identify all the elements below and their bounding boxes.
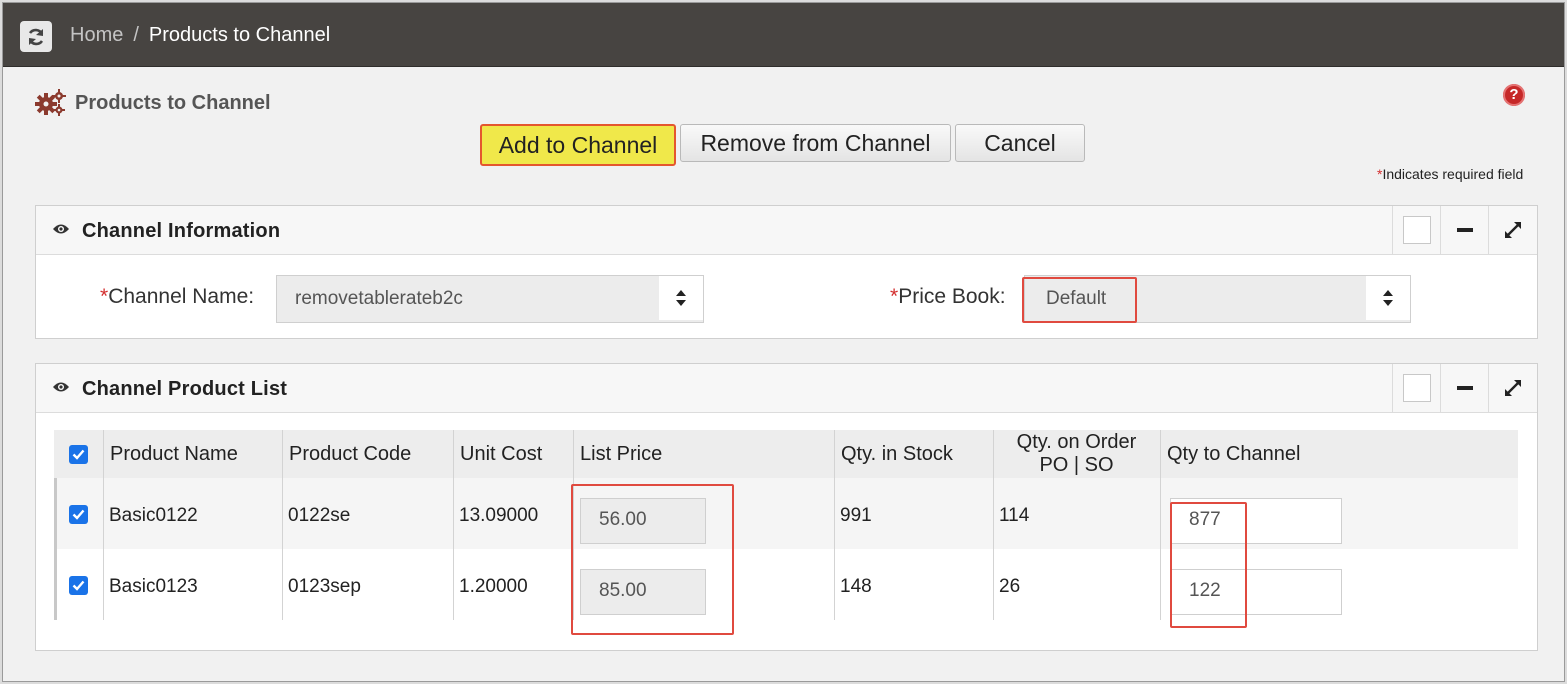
panel-collapse-button[interactable] (1440, 364, 1489, 412)
column-header-qty-on-order[interactable]: Qty. on Order PO | SO (993, 431, 1160, 477)
eye-icon[interactable] (52, 222, 70, 236)
top-bar: Home / Products to Channel (3, 3, 1564, 67)
gears-icon (35, 89, 66, 116)
qty-on-order-cell: 114 (999, 505, 1030, 526)
breadcrumb: Home / Products to Channel (70, 24, 330, 47)
column-header-qty-to-channel[interactable]: Qty to Channel (1167, 443, 1300, 466)
product-name-cell: Basic0123 (109, 576, 198, 597)
required-star: * (100, 285, 109, 308)
unit-cost-cell: 13.09000 (459, 505, 539, 526)
refresh-icon (28, 28, 44, 45)
select-all-checkbox[interactable] (69, 445, 88, 464)
panel-select-toggle[interactable] (1392, 206, 1441, 254)
list-price-input[interactable]: 56.00 (580, 498, 706, 544)
unit-cost-cell: 1.20000 (459, 576, 528, 597)
panel-title: Channel Information (82, 220, 281, 242)
price-book-label: *Price Book: (890, 285, 1006, 308)
product-code-cell: 0122se (288, 505, 351, 526)
required-note-text: Indicates required field (1382, 166, 1524, 182)
check-icon (72, 449, 85, 460)
product-code-cell: 0123sep (288, 576, 361, 597)
channel-product-list-panel: Channel Product List Product Name Produc… (35, 363, 1538, 651)
channel-information-panel: Channel Information *Channel Name: remov… (35, 205, 1538, 339)
channel-name-label: *Channel Name: (100, 285, 255, 308)
check-icon (72, 580, 85, 591)
table-row: Basic0122 0122se 13.09000 56.00 991 114 … (54, 478, 1518, 549)
list-price-input[interactable]: 85.00 (580, 569, 706, 615)
price-book-select[interactable]: Default (1024, 275, 1411, 323)
panel-collapse-button[interactable] (1440, 206, 1489, 254)
qty-in-stock-cell: 991 (840, 505, 872, 526)
panel-header: Channel Product List (36, 364, 1537, 413)
column-header-unit-cost[interactable]: Unit Cost (460, 443, 542, 466)
panel-header: Channel Information (36, 206, 1537, 255)
panel-expand-button[interactable] (1488, 206, 1537, 254)
required-field-note: *Indicates required field (1377, 166, 1523, 182)
row-checkbox[interactable] (69, 505, 88, 524)
cancel-button[interactable]: Cancel (955, 124, 1085, 162)
check-icon (72, 509, 85, 520)
qty-on-order-cell: 26 (999, 576, 1021, 597)
app-window: Home / Products to Channel Products to C… (2, 2, 1565, 682)
product-name-cell: Basic0122 (109, 505, 198, 526)
refresh-button[interactable] (20, 21, 52, 52)
minus-icon (1457, 386, 1473, 390)
square-icon (1403, 374, 1431, 402)
select-arrows-icon (1366, 276, 1410, 320)
remove-from-channel-button[interactable]: Remove from Channel (680, 124, 951, 162)
add-to-channel-button[interactable]: Add to Channel (480, 124, 676, 166)
panel-select-toggle[interactable] (1392, 364, 1441, 412)
breadcrumb-separator: / (133, 24, 139, 46)
breadcrumb-home-link[interactable]: Home (70, 24, 123, 46)
table-row: Basic0123 0123sep 1.20000 85.00 148 26 1… (54, 549, 1518, 620)
panel-expand-button[interactable] (1488, 364, 1537, 412)
channel-name-select[interactable]: removetablerateb2c (276, 275, 704, 323)
help-icon[interactable]: ? (1503, 84, 1525, 106)
eye-icon[interactable] (52, 380, 70, 394)
expand-icon (1505, 380, 1521, 396)
breadcrumb-current: Products to Channel (148, 24, 331, 46)
column-header-qty-in-stock[interactable]: Qty. in Stock (841, 443, 953, 466)
expand-icon (1505, 222, 1521, 238)
square-icon (1403, 216, 1431, 244)
column-header-product-code[interactable]: Product Code (289, 443, 411, 466)
qty-to-channel-input[interactable]: 122 (1170, 569, 1342, 615)
select-arrows-icon (659, 276, 703, 320)
required-star: * (890, 285, 899, 308)
channel-name-value: removetablerateb2c (295, 288, 463, 309)
row-checkbox[interactable] (69, 576, 88, 595)
panel-title: Channel Product List (82, 378, 288, 400)
column-header-product-name[interactable]: Product Name (110, 443, 238, 466)
table-header: Product Name Product Code Unit Cost List… (54, 430, 1518, 479)
page-title: Products to Channel (75, 91, 271, 114)
qty-to-channel-input[interactable]: 877 (1170, 498, 1342, 544)
minus-icon (1457, 228, 1473, 232)
qty-in-stock-cell: 148 (840, 576, 872, 597)
price-book-value: Default (1046, 288, 1107, 309)
column-header-list-price[interactable]: List Price (580, 443, 662, 466)
row-group-marker (54, 478, 57, 620)
page-header: Products to Channel (35, 89, 271, 117)
